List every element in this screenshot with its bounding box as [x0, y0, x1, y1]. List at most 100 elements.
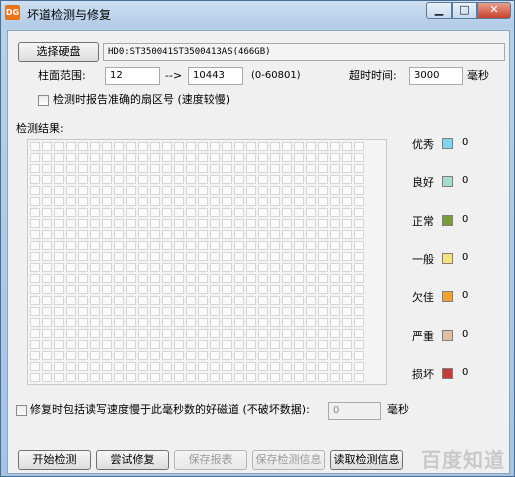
grid-cell	[270, 351, 280, 360]
legend-count: 0	[462, 175, 469, 187]
grid-cell	[318, 197, 328, 206]
grid-cell	[126, 142, 136, 151]
grid-cell	[138, 175, 148, 184]
minimize-button[interactable]: ▁	[426, 2, 452, 19]
grid-cell	[354, 208, 364, 217]
grid-cell	[102, 208, 112, 217]
grid-cell	[54, 373, 64, 382]
grid-cell	[186, 252, 196, 261]
grid-cell	[210, 164, 220, 173]
grid-cell	[54, 329, 64, 338]
grid-cell	[66, 285, 76, 294]
grid-cell	[138, 186, 148, 195]
grid-cell	[30, 164, 40, 173]
grid-cell	[66, 252, 76, 261]
cylinder-to-input[interactable]: 10443	[188, 67, 243, 85]
grid-cell	[342, 208, 352, 217]
grid-cell	[318, 307, 328, 316]
grid-cell	[66, 340, 76, 349]
grid-cell	[354, 351, 364, 360]
grid-cell	[78, 318, 88, 327]
grid-cell	[234, 340, 244, 349]
load-scan-info-button[interactable]: 读取检测信息	[330, 450, 403, 470]
grid-cell	[294, 219, 304, 228]
report-sector-checkbox[interactable]	[38, 95, 49, 106]
grid-cell	[30, 263, 40, 272]
grid-cell	[234, 164, 244, 173]
grid-cell	[30, 351, 40, 360]
grid-cell	[174, 230, 184, 239]
grid-cell	[306, 318, 316, 327]
try-repair-button[interactable]: 尝试修复	[96, 450, 169, 470]
grid-cell	[318, 263, 328, 272]
grid-cell	[342, 175, 352, 184]
grid-cell	[102, 142, 112, 151]
grid-cell	[42, 373, 52, 382]
title-bar[interactable]: DG 坏道检测与修复 ▁ □ ✕	[1, 1, 514, 27]
grid-cell	[330, 351, 340, 360]
grid-cell	[222, 153, 232, 162]
grid-cell	[90, 307, 100, 316]
grid-cell	[282, 208, 292, 217]
select-disk-button[interactable]: 选择硬盘	[18, 42, 99, 62]
grid-cell	[222, 230, 232, 239]
grid-cell	[42, 318, 52, 327]
grid-cell	[258, 208, 268, 217]
grid-cell	[330, 241, 340, 250]
grid-cell	[90, 153, 100, 162]
grid-cell	[150, 351, 160, 360]
grid-cell	[258, 252, 268, 261]
grid-cell	[30, 362, 40, 371]
grid-cell	[198, 175, 208, 184]
grid-cell	[66, 153, 76, 162]
cylinder-from-input[interactable]: 12	[105, 67, 160, 85]
grid-cell	[102, 153, 112, 162]
grid-cell	[306, 175, 316, 184]
grid-cell	[282, 197, 292, 206]
grid-cell	[270, 329, 280, 338]
grid-cell	[210, 274, 220, 283]
grid-cell	[126, 307, 136, 316]
grid-cell	[162, 296, 172, 305]
grid-cell	[162, 274, 172, 283]
grid-cell	[258, 362, 268, 371]
grid-cell	[234, 318, 244, 327]
grid-cell	[354, 175, 364, 184]
grid-cell	[306, 142, 316, 151]
maximize-button[interactable]: □	[452, 2, 477, 19]
grid-cell	[234, 175, 244, 184]
grid-cell	[78, 252, 88, 261]
grid-cell	[282, 296, 292, 305]
save-report-button[interactable]: 保存报表	[174, 450, 247, 470]
grid-cell	[294, 263, 304, 272]
grid-cell	[90, 219, 100, 228]
grid-cell	[342, 219, 352, 228]
timeout-input[interactable]: 3000	[409, 67, 463, 85]
grid-cell	[102, 274, 112, 283]
close-button[interactable]: ✕	[477, 2, 511, 19]
grid-cell	[306, 197, 316, 206]
repair-threshold-input[interactable]: 0	[328, 402, 381, 420]
grid-cell	[234, 274, 244, 283]
save-scan-info-button[interactable]: 保存检测信息	[252, 450, 325, 470]
grid-cell	[42, 296, 52, 305]
repair-slow-tracks-checkbox[interactable]	[16, 405, 27, 416]
grid-cell	[246, 362, 256, 371]
grid-cell	[270, 285, 280, 294]
grid-cell	[330, 318, 340, 327]
start-scan-button[interactable]: 开始检测	[18, 450, 91, 470]
grid-cell	[150, 252, 160, 261]
grid-cell	[78, 219, 88, 228]
grid-cell	[42, 307, 52, 316]
grid-cell	[210, 186, 220, 195]
grid-cell	[270, 186, 280, 195]
cylinder-range-hint: (0-60801)	[251, 70, 301, 81]
grid-cell	[258, 142, 268, 151]
grid-cell	[354, 340, 364, 349]
grid-cell	[54, 208, 64, 217]
grid-cell	[54, 252, 64, 261]
grid-cell	[198, 329, 208, 338]
grid-cell	[174, 329, 184, 338]
grid-cell	[270, 362, 280, 371]
grid-cell	[294, 285, 304, 294]
